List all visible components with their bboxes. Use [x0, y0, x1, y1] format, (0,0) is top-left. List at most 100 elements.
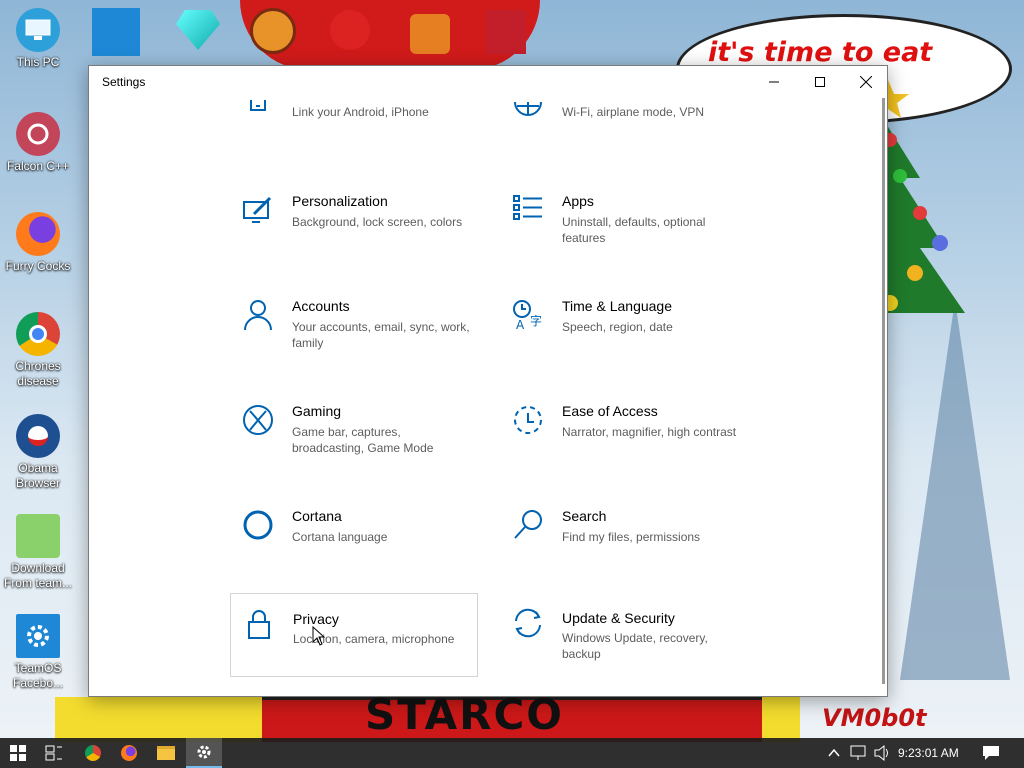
chrome-icon [16, 312, 60, 356]
snowy-tree-icon [900, 300, 1010, 680]
volume-icon[interactable] [874, 745, 892, 761]
tile-title: Update & Security [562, 610, 675, 626]
notepad-icon [16, 514, 60, 558]
minimize-button[interactable] [751, 66, 797, 98]
close-icon [860, 76, 872, 88]
scrollbar[interactable] [882, 98, 885, 684]
desktop-icon-obama-browser[interactable]: Obama Browser [0, 414, 76, 491]
svg-text:字: 字 [530, 313, 542, 328]
desktop-icon-label: Download From team... [3, 561, 72, 590]
personalization-icon [243, 196, 272, 223]
angry-bird-icon[interactable] [330, 10, 370, 50]
minimize-icon [769, 81, 779, 83]
diamond-icon[interactable] [176, 10, 220, 50]
settings-tile-gaming[interactable]: Gaming Game bar, captures, broadcasting,… [230, 398, 478, 482]
book-icon[interactable] [486, 10, 526, 54]
tile-description: Find my files, permissions [562, 530, 701, 544]
tile-title: Gaming [292, 403, 342, 419]
desktop-icon-this-pc[interactable]: This PC [0, 8, 76, 70]
wallpaper-yellow-left [55, 697, 265, 742]
tile-description: Cortana language [292, 530, 388, 544]
cortana-icon [243, 510, 273, 540]
ease-of-access-icon [514, 406, 542, 434]
settings-tile-apps[interactable]: Apps Uninstall, defaults, optional featu… [500, 188, 748, 272]
settings-tile-update-security[interactable]: Update & Security Windows Update, recove… [500, 593, 748, 677]
tile-title: Search [562, 508, 607, 524]
tile-description: Game bar, captures, broadcasting, Game M… [292, 425, 434, 455]
window-title: Settings [102, 75, 146, 89]
p-logo-icon[interactable] [250, 8, 296, 54]
desktop-icon-label: This PC [16, 55, 60, 69]
wallpaper-banner-text: STARCO [365, 690, 565, 739]
settings-tile-accounts[interactable]: Accounts Your accounts, email, sync, wor… [230, 293, 478, 377]
task-view-icon [45, 745, 62, 761]
firefox-icon [16, 212, 60, 256]
taskbar-clock[interactable]: 9:23:01 AM [898, 746, 959, 760]
tile-title: Privacy [293, 611, 339, 627]
desktop-icon-label: Chrones disease [15, 359, 61, 388]
desktop-icon-label: Furry Cocks [5, 259, 71, 273]
tile-description: Link your Android, iPhone [292, 105, 429, 119]
firefox-icon [121, 745, 137, 761]
tile-title: Accounts [292, 298, 350, 314]
settings-icon [197, 745, 211, 759]
desktop-icon-firefox[interactable]: Furry Cocks [0, 212, 76, 274]
svg-text:A: A [516, 318, 525, 331]
taskbar-chrome[interactable] [75, 738, 111, 768]
taskbar-file-explorer[interactable] [148, 738, 184, 768]
settings-tile-time-language[interactable]: A字 Time & Language Speech, region, date [500, 293, 748, 377]
chrome-icon [85, 745, 101, 761]
phone-icon [250, 100, 266, 111]
file-explorer-icon [157, 746, 175, 760]
chevron-up-icon[interactable] [828, 748, 840, 758]
notification-icon[interactable] [982, 745, 1000, 761]
settings-tile-personalization[interactable]: Personalization Background, lock screen,… [230, 188, 478, 272]
task-view-button[interactable] [36, 738, 72, 768]
tile-description: Wi-Fi, airplane mode, VPN [562, 105, 705, 119]
desktop-icon-falcon[interactable]: Falcon C++ [0, 112, 76, 174]
close-button[interactable] [843, 66, 887, 98]
obama-logo-icon [16, 414, 60, 458]
update-icon [515, 608, 541, 638]
tile-title: Apps [562, 193, 594, 209]
tile-description: Speech, region, date [562, 320, 673, 334]
desktop-icon-teamos[interactable]: TeamOS Facebo... [0, 614, 76, 691]
tile-description: Narrator, magnifier, high contrast [562, 425, 737, 439]
settings-tile-ease-of-access[interactable]: Ease of Access Narrator, magnifier, high… [500, 398, 748, 482]
globe-icon [514, 101, 542, 116]
desktop-icon-label: Falcon C++ [6, 159, 70, 173]
taskbar-settings[interactable] [186, 738, 222, 768]
desktop-icon-label: TeamOS Facebo... [12, 661, 64, 690]
desktop-icon-download[interactable]: Download From team... [0, 514, 76, 591]
tile-description: Uninstall, defaults, optional features [562, 215, 706, 245]
desktop-icon-label: Obama Browser [15, 461, 60, 490]
title-bar[interactable]: Settings [89, 66, 887, 98]
tile-title: Ease of Access [562, 403, 658, 419]
computer-icon [16, 8, 60, 52]
search-icon [514, 510, 542, 539]
settings-tile-search[interactable]: Search Find my files, permissions [500, 503, 748, 587]
wallpaper-yellow-right [760, 697, 800, 742]
settings-tile-cortana[interactable]: Cortana Cortana language [230, 503, 478, 587]
settings-tile-phone[interactable]: Link your Android, iPhone [230, 80, 478, 164]
mouse-cursor-icon [312, 626, 326, 646]
maximize-button[interactable] [797, 66, 843, 98]
recycle-icon [16, 112, 60, 156]
taskbar-firefox[interactable] [111, 738, 147, 768]
gear-icon[interactable] [92, 8, 140, 56]
apps-icon [513, 195, 542, 220]
time-language-icon: A字 [513, 300, 542, 331]
taskbar: 9:23:01 AM [0, 738, 1024, 768]
tile-description: Windows Update, recovery, backup [562, 631, 708, 661]
app-icon[interactable] [410, 14, 450, 54]
settings-tile-network[interactable]: Wi-Fi, airplane mode, VPN [500, 80, 748, 164]
start-button[interactable] [0, 738, 36, 768]
wallpaper-signature: VM0b0t [822, 704, 927, 732]
tile-title: Cortana [292, 508, 342, 524]
gear-icon [16, 614, 60, 658]
network-icon[interactable] [850, 745, 868, 761]
settings-window: Settings Link your Android, iPhone Wi-Fi… [88, 65, 888, 697]
settings-tile-privacy[interactable]: Privacy Location, camera, microphone [230, 593, 478, 677]
desktop-icon-chrome[interactable]: Chrones disease [0, 312, 76, 389]
tile-description: Background, lock screen, colors [292, 215, 463, 229]
